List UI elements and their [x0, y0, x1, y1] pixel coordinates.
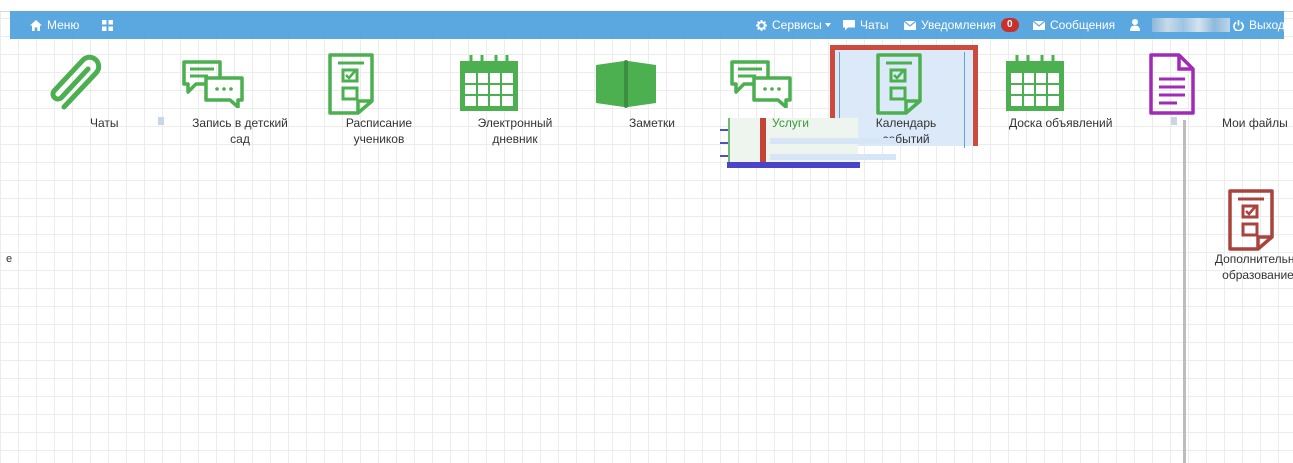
nav-chats-label: Чаты [860, 18, 889, 32]
logout-button[interactable]: Выход [1233, 11, 1285, 39]
dropdown-bottom-bar [727, 162, 860, 168]
nav-chats-link[interactable]: Чаты [843, 11, 889, 39]
tile-extra-education-line1: Дополнительно [1214, 252, 1293, 266]
ghost-marker [158, 117, 164, 125]
tile-diary[interactable]: Электронный дневник [455, 41, 575, 151]
tile-diary-line2: дневник [492, 132, 538, 146]
tile-schedule-line1: Расписание [345, 116, 413, 130]
checklist-doc-icon [328, 53, 374, 115]
left-text-fragment: е [6, 253, 13, 265]
tile-kindergarten-label: Запись в детский сад [176, 115, 304, 147]
tile-myfiles[interactable]: Мои файлы [1140, 41, 1290, 151]
notifications-link[interactable]: Уведомления 0 [904, 11, 1019, 39]
chevron-down-icon [824, 23, 831, 27]
tile-extra-education[interactable]: Дополнительно образование [1200, 185, 1293, 285]
tile-chats[interactable]: Чаты [40, 41, 140, 151]
gear-icon [756, 19, 767, 31]
tile-diary-line1: Электронный [477, 116, 553, 130]
notifications-badge: 0 [1001, 18, 1019, 32]
envelope-icon [1033, 20, 1045, 30]
tile-services-label[interactable]: Услуги [772, 116, 809, 130]
apps-grid-button[interactable] [102, 11, 113, 39]
user-icon [1130, 19, 1140, 31]
tile-kindergarten-line2: сад [230, 132, 250, 146]
calendar-icon [1006, 55, 1064, 111]
top-navbar: Меню Сервисы Чаты Уведомления 0 Сообщени… [10, 11, 1285, 39]
tile-notes[interactable]: Заметки [590, 41, 690, 151]
tile-kindergarten[interactable]: Запись в детский сад [176, 41, 306, 151]
tile-calendar[interactable]: Календарь событий [856, 41, 956, 151]
dropdown-red-marker [760, 118, 766, 162]
home-icon [30, 19, 42, 31]
services-label: Сервисы [772, 18, 822, 32]
tile-myfiles-label: Мои файлы [1222, 116, 1288, 130]
chat-bubbles-icon [730, 60, 792, 108]
grid-icon [102, 19, 113, 31]
tile-kindergarten-line1: Запись в детский [192, 116, 288, 130]
tile-extra-education-line2: образование [1222, 268, 1293, 282]
services-dropdown[interactable]: Сервисы [756, 11, 831, 39]
ghost-marker [1171, 117, 1177, 125]
vertical-splitter[interactable] [1183, 120, 1186, 463]
user-profile-link[interactable] [1130, 11, 1140, 39]
tile-schedule-label: Расписание учеников [320, 115, 438, 147]
tile-calendar-line1: Календарь [875, 116, 937, 130]
menu-button[interactable]: Меню [30, 11, 79, 39]
calendar-icon [460, 55, 518, 111]
messages-label: Сообщения [1050, 18, 1116, 32]
tile-board-label: Доска объявлений [1009, 116, 1113, 130]
user-name-redacted [1152, 18, 1230, 32]
document-icon [1149, 53, 1195, 115]
envelope-icon [904, 20, 916, 30]
messages-link[interactable]: Сообщения [1033, 11, 1115, 39]
checklist-doc-icon [1228, 189, 1274, 251]
tile-extra-education-label: Дополнительно образование [1208, 251, 1293, 283]
tile-schedule-line2: учеников [353, 132, 405, 146]
paperclip-icon [50, 54, 102, 110]
tile-board[interactable]: Доска объявлений [1000, 41, 1130, 151]
chat-bubbles-icon [182, 60, 244, 108]
tile-schedule[interactable]: Расписание учеников [320, 41, 430, 151]
tile-diary-label: Электронный дневник [455, 115, 575, 147]
tile-chats-label: Чаты [90, 116, 119, 130]
tile-notes-label: Заметки [629, 116, 675, 130]
logout-label: Выход [1249, 18, 1285, 32]
comment-icon [843, 19, 855, 30]
open-book-icon [596, 60, 656, 108]
menu-label: Меню [47, 18, 80, 32]
notifications-label: Уведомления [921, 18, 997, 32]
checklist-doc-icon [876, 53, 922, 115]
power-icon [1233, 19, 1244, 31]
